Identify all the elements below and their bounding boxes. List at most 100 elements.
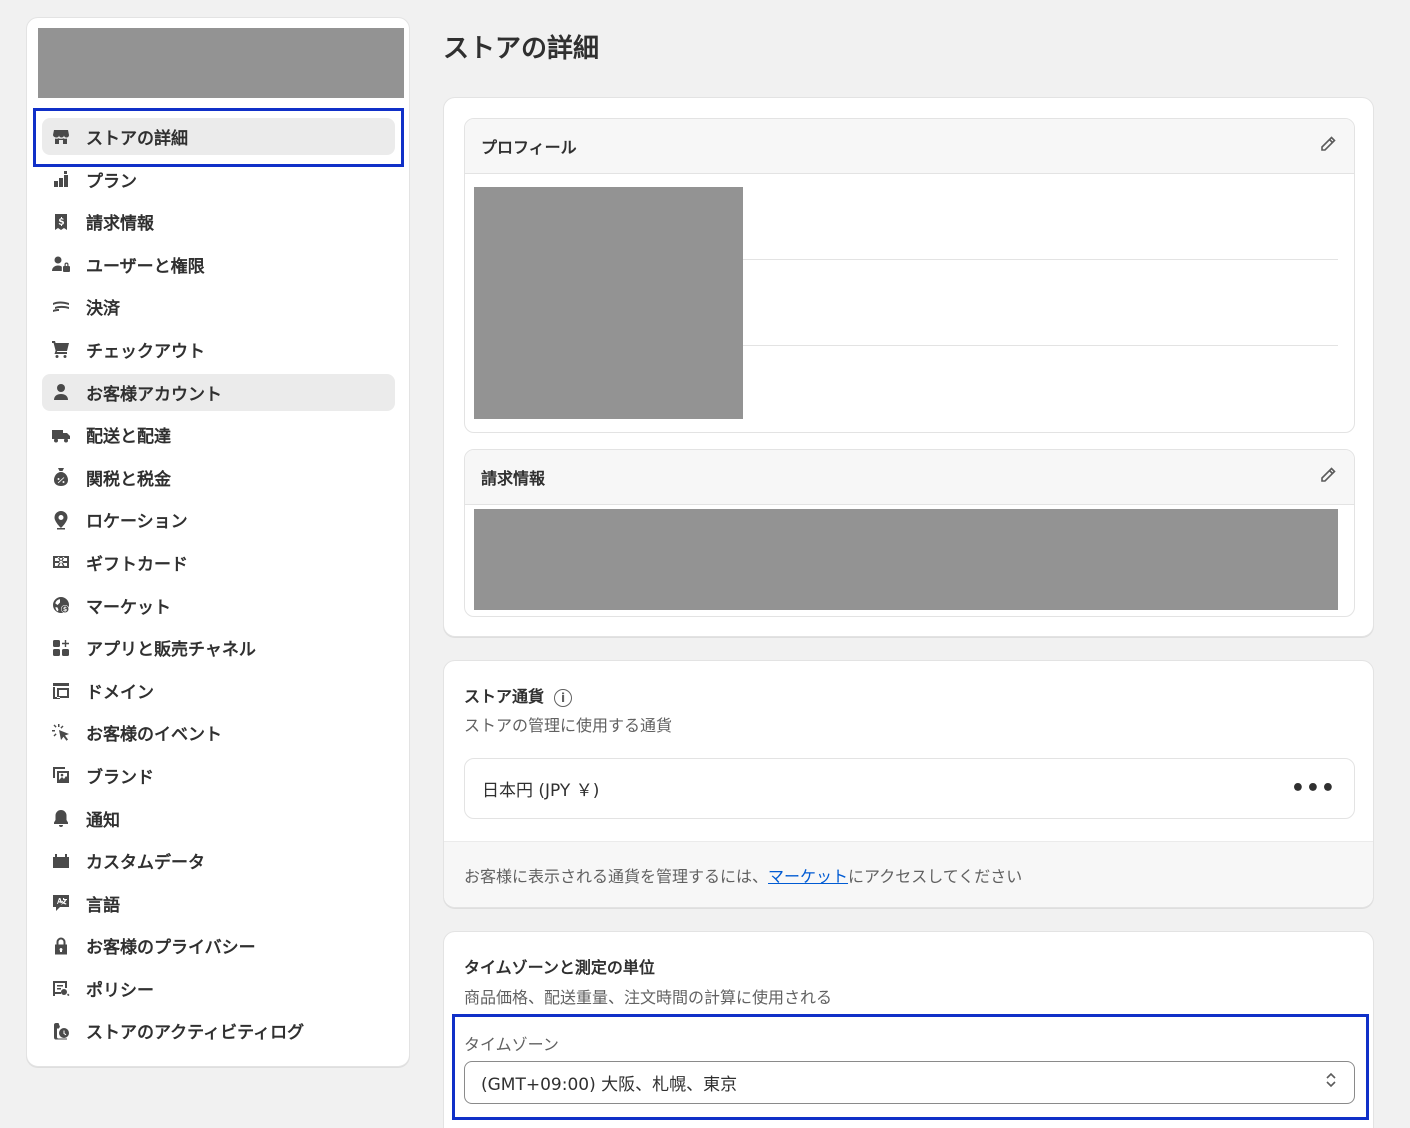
- sidebar-item-customer-accounts[interactable]: お客様アカウント: [42, 373, 395, 411]
- store-currency-card: ストア通貨 i ストアの管理に使用する通貨 日本円 (JPY ￥) ••• お客様…: [443, 660, 1374, 908]
- store-icon: [50, 126, 72, 148]
- sidebar-item-shipping[interactable]: 配送と配達: [42, 416, 395, 453]
- database-icon: [50, 850, 72, 872]
- timezone-units-card: タイムゾーンと測定の単位 商品価格、配送重量、注文時間の計算に使用される タイム…: [443, 931, 1374, 1128]
- sidebar-item-store-details[interactable]: ストアの詳細: [42, 118, 395, 155]
- info-icon[interactable]: i: [554, 688, 573, 707]
- edit-profile-icon[interactable]: [1318, 134, 1338, 158]
- activity-log-icon: [50, 1020, 72, 1042]
- sidebar-item-label: ドメイン: [86, 682, 154, 703]
- sidebar-item-plan[interactable]: プラン: [42, 161, 395, 198]
- sidebar-item-customer-events[interactable]: お客様のイベント: [42, 714, 395, 751]
- sidebar-item-label: 配送と配達: [86, 427, 171, 448]
- page-title: ストアの詳細: [443, 34, 600, 64]
- sidebar-item-label: ブランド: [86, 767, 154, 788]
- person-icon: [50, 381, 72, 403]
- timezone-value: (GMT+09:00) 大阪、札幌、東京: [481, 1075, 738, 1095]
- profile-redacted-image: [474, 187, 743, 419]
- sidebar-item-label: チェックアウト: [86, 341, 205, 362]
- sidebar-item-label: お客様のプライバシー: [86, 938, 256, 959]
- billing-icon: [50, 211, 72, 233]
- policy-icon: [50, 977, 72, 999]
- sidebar-item-label: ユーザーと権限: [86, 256, 205, 277]
- sidebar-item-label: 通知: [86, 810, 120, 831]
- sidebar-item-notifications[interactable]: 通知: [42, 800, 395, 837]
- sidebar-item-gift-cards[interactable]: ギフトカード: [42, 544, 395, 581]
- currency-footer: お客様に表示される通貨を管理するには、 マーケット にアクセスしてください: [444, 841, 1373, 907]
- sidebar-item-label: 決済: [86, 299, 120, 320]
- payments-icon: [50, 296, 72, 318]
- select-chevron-icon: [1324, 1070, 1338, 1095]
- sidebar-item-label: プラン: [86, 171, 137, 192]
- markets-link[interactable]: マーケット: [768, 863, 848, 887]
- billing-title: 請求情報: [481, 469, 546, 488]
- profile-divider: [743, 345, 1338, 346]
- sidebar-item-users[interactable]: ユーザーと権限: [42, 246, 395, 283]
- sidebar-item-markets[interactable]: マーケット: [42, 587, 395, 624]
- sidebar-item-payments[interactable]: 決済: [42, 288, 395, 325]
- sidebar-item-label: カスタムデータ: [86, 853, 205, 874]
- timezone-label: タイムゾーン: [464, 1035, 559, 1054]
- timezone-select[interactable]: (GMT+09:00) 大阪、札幌、東京: [464, 1061, 1355, 1104]
- sidebar-item-label: ポリシー: [86, 980, 154, 1001]
- cursor-click-icon: [50, 722, 72, 744]
- cart-icon: [50, 338, 72, 360]
- apps-icon: [50, 637, 72, 659]
- timezone-card-title: タイムゾーンと測定の単位: [464, 958, 655, 977]
- domain-icon: [50, 679, 72, 701]
- currency-value: 日本円 (JPY ￥): [482, 781, 600, 801]
- sidebar-item-custom-data[interactable]: カスタムデータ: [42, 842, 395, 879]
- currency-row: 日本円 (JPY ￥) •••: [464, 758, 1355, 819]
- sidebar-item-label: ストアのアクティビティログ: [86, 1023, 305, 1044]
- language-icon: [50, 892, 72, 914]
- sidebar-item-languages[interactable]: 言語: [42, 885, 395, 922]
- footer-suffix: にアクセスしてください: [848, 866, 1023, 886]
- location-icon: [50, 509, 72, 531]
- image-icon: [50, 764, 72, 786]
- globe-icon: [50, 594, 72, 616]
- plan-icon: [50, 168, 72, 190]
- bell-icon: [50, 807, 72, 829]
- lock-icon: [50, 935, 72, 957]
- profile-header: プロフィール: [465, 119, 1354, 174]
- sidebar-item-brand[interactable]: ブランド: [42, 757, 395, 794]
- settings-sidebar: ストアの詳細 プラン 請求情報 ユーザーと権限 決済 チェックアウト お客様アカ…: [26, 17, 410, 1067]
- currency-title: ストア通貨: [464, 687, 545, 706]
- billing-info-section: 請求情報: [464, 449, 1355, 617]
- currency-subtitle: ストアの管理に使用する通貨: [464, 716, 673, 735]
- sidebar-item-label: 請求情報: [86, 214, 154, 235]
- store-header-redacted: [38, 28, 404, 98]
- sidebar-item-label: ロケーション: [86, 512, 188, 533]
- sidebar-item-label: 言語: [86, 895, 120, 916]
- sidebar-item-checkout[interactable]: チェックアウト: [42, 331, 395, 368]
- sidebar-item-label: アプリと販売チャネル: [86, 640, 256, 661]
- timezone-card-subtitle: 商品価格、配送重量、注文時間の計算に使用される: [464, 988, 833, 1007]
- billing-header: 請求情報: [465, 450, 1354, 505]
- sidebar-item-label: マーケット: [86, 597, 171, 618]
- sidebar-item-label: ギフトカード: [86, 554, 188, 575]
- sidebar-item-activity-log[interactable]: ストアのアクティビティログ: [42, 1012, 395, 1049]
- billing-redacted-block: [474, 509, 1338, 610]
- sidebar-item-domains[interactable]: ドメイン: [42, 672, 395, 709]
- more-actions-button[interactable]: •••: [1291, 777, 1336, 800]
- users-icon: [50, 253, 72, 275]
- gift-card-icon: [50, 551, 72, 573]
- profile-title: プロフィール: [481, 138, 577, 157]
- sidebar-item-billing[interactable]: 請求情報: [42, 203, 395, 240]
- sidebar-item-policies[interactable]: ポリシー: [42, 970, 395, 1007]
- sidebar-item-locations[interactable]: ロケーション: [42, 501, 395, 538]
- profile-section: プロフィール: [464, 118, 1355, 433]
- sidebar-item-taxes[interactable]: 関税と税金: [42, 459, 395, 496]
- truck-icon: [50, 424, 72, 446]
- footer-prefix: お客様に表示される通貨を管理するには、: [464, 866, 769, 886]
- sidebar-item-customer-privacy[interactable]: お客様のプライバシー: [42, 927, 395, 964]
- currency-title-row: ストア通貨 i: [464, 683, 573, 707]
- sidebar-item-apps-channels[interactable]: アプリと販売チャネル: [42, 629, 395, 666]
- sidebar-item-label: 関税と税金: [86, 469, 171, 490]
- store-profile-card: プロフィール 請求情報: [443, 97, 1374, 637]
- profile-divider: [743, 259, 1338, 260]
- sidebar-item-label: ストアの詳細: [86, 129, 188, 149]
- sidebar-item-label: お客様のイベント: [86, 725, 222, 746]
- settings-nav: ストアの詳細 プラン 請求情報 ユーザーと権限 決済 チェックアウト お客様アカ…: [42, 118, 395, 1055]
- edit-billing-icon[interactable]: [1318, 465, 1338, 489]
